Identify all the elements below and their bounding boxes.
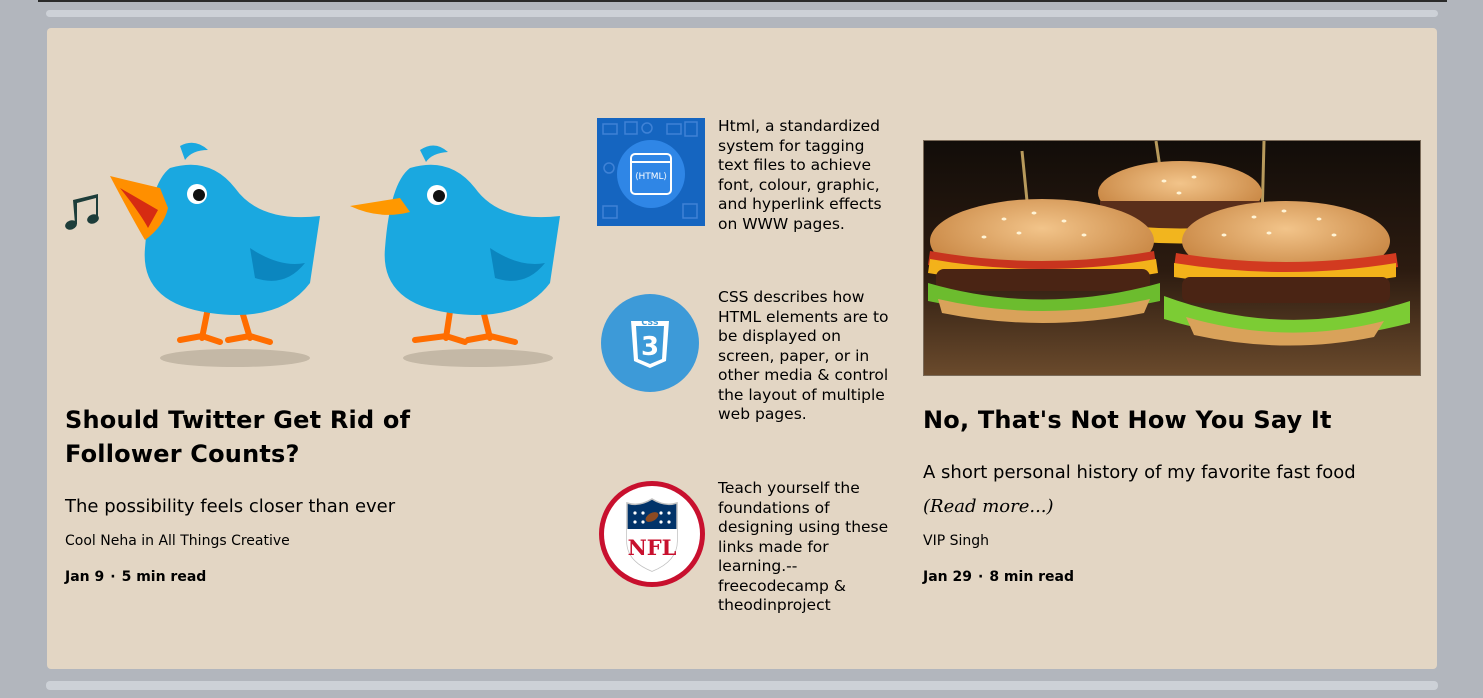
article-read-time: 5 min read [121, 569, 207, 585]
article-subtitle: The possibility feels closer than ever [65, 496, 396, 517]
article-read-time: 8 min read [989, 569, 1075, 585]
burgers-image[interactable] [923, 140, 1421, 376]
article-date: Jan 9 [65, 569, 105, 585]
meta-separator: · [977, 569, 984, 585]
article-meta: Jan 29 · 8 min read [923, 567, 1074, 587]
music-note-icon [65, 194, 99, 230]
css-icon-label: CSS [641, 318, 658, 327]
article-date: Jan 29 [923, 569, 972, 585]
nfl-icon-label: NFL [628, 535, 677, 560]
html-icon-label: ⟨HTML⟩ [635, 172, 667, 182]
bottom-divider-bar [46, 681, 1438, 690]
css-icon[interactable]: CSS 3 [600, 293, 700, 393]
featured-articles-card: Should Twitter Get Rid of Follower Count… [47, 28, 1437, 669]
top-border-line [38, 0, 1447, 2]
article-title[interactable]: Should Twitter Get Rid of Follower Count… [65, 403, 535, 471]
meta-separator: · [110, 569, 116, 585]
article-author[interactable]: VIP Singh [923, 531, 989, 551]
singing-bird-icon [110, 142, 320, 367]
twitter-birds-image[interactable] [60, 128, 565, 373]
listening-bird-icon [350, 145, 560, 367]
css-description: CSS describes how HTML elements are to b… [718, 288, 889, 423]
article-title[interactable]: No, That's Not How You Say It [923, 403, 1393, 437]
html-description: Html, a standardized system for tagging … [718, 117, 882, 233]
read-more-link[interactable]: (Read more...) [923, 496, 1054, 517]
nfl-icon[interactable]: NFL [597, 479, 707, 589]
nfl-description: Teach yourself the foundations of design… [718, 479, 889, 614]
article-subtitle: A short personal history of my favorite … [923, 456, 1413, 524]
html-icon[interactable]: ⟨HTML⟩ [597, 118, 705, 226]
article-meta: Jan 9 · 5 min read [65, 567, 206, 587]
top-divider-bar [46, 10, 1438, 17]
article-subtitle-text: A short personal history of my favorite … [923, 462, 1356, 483]
css-icon-number: 3 [641, 332, 659, 362]
article-author[interactable]: Cool Neha in All Things Creative [65, 531, 290, 551]
